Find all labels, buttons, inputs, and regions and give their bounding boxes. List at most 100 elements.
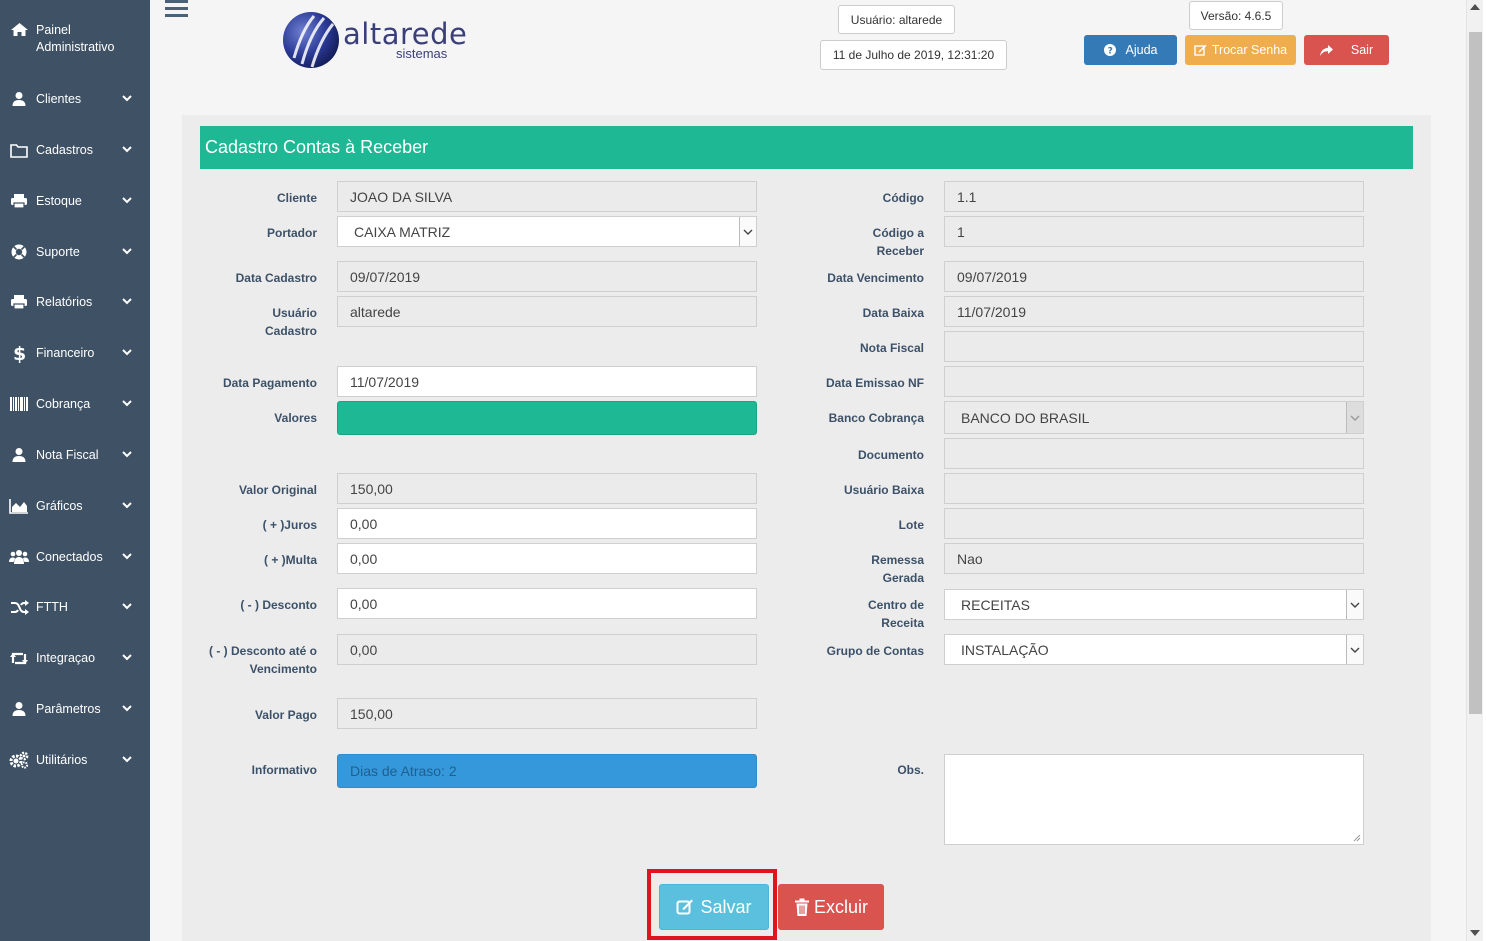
sidebar-item-cobranca[interactable]: Cobrança [0,392,150,416]
logo-mark-icon [283,12,339,68]
codigo-receber-value: 1 [957,223,965,240]
valor-pago-field[interactable]: 150,00 [337,698,757,729]
menu-toggle-icon[interactable] [165,0,188,20]
current-user-text: Usuário: altarede [850,12,943,27]
sidebar-item-clientes[interactable]: Clientes [0,87,150,111]
chevron-down-icon [122,502,132,509]
multa-value: 0,00 [350,550,378,567]
juros-value: 0,00 [350,515,378,532]
form-title: Cadastro Contas à Receber [200,126,1413,169]
scroll-up-icon[interactable] [1470,4,1480,10]
obs-textarea[interactable] [944,754,1364,845]
sidebar-header-label: Painel Administrativo [36,23,115,54]
logo: altarede sistemas [280,8,470,72]
desconto-label: ( - ) Desconto [240,598,317,612]
juros-field[interactable]: 0,00 [337,508,757,539]
nota-fiscal-field[interactable] [944,331,1364,362]
informativo-label: Informativo [251,763,317,777]
sidebar-item-integracao[interactable]: Integraçao [0,646,150,670]
scroll-down-icon[interactable] [1470,930,1480,936]
help-button[interactable]: ? Ajuda [1084,35,1177,65]
documento-field[interactable] [944,438,1364,469]
sidebar-item-cadastros[interactable]: Cadastros [0,138,150,162]
valor-pago-label: Valor Pago [254,708,317,722]
share-icon [1319,44,1333,56]
usuario-baixa-field[interactable] [944,473,1364,504]
desconto-vencimento-field[interactable]: 0,00 [337,634,757,665]
retweet-icon [9,648,29,668]
chevron-down-icon [122,400,132,407]
multa-field[interactable]: 0,00 [337,543,757,574]
data-emissao-nf-field[interactable] [944,366,1364,397]
data-vencimento-label: Data Vencimento [827,271,924,285]
user-icon [9,445,29,465]
codigo-field[interactable]: 1.1 [944,181,1364,212]
valor-original-label: Valor Original [238,483,317,497]
data-vencimento-field[interactable]: 09/07/2019 [944,261,1364,292]
help-button-label: Ajuda [1125,43,1158,57]
sidebar-item-label: Gráficos [36,499,83,513]
grupo-contas-value: INSTALAÇÃO [961,641,1049,658]
usuario-baixa-label: Usuário Baixa [843,483,924,497]
cliente-label: Cliente [276,191,317,205]
data-pagamento-field[interactable]: 11/07/2019 [337,366,757,397]
data-baixa-field[interactable]: 11/07/2019 [944,296,1364,327]
sidebar-item-nota-fiscal[interactable]: Nota Fiscal [0,443,150,467]
codigo-receber-field[interactable]: 1 [944,216,1364,247]
informativo-value: Dias de Atraso: 2 [350,763,457,779]
save-button[interactable]: Salvar [659,884,769,930]
edit-icon [1194,44,1207,56]
sidebar-item-utilitarios[interactable]: Utilitários [0,748,150,772]
chevron-down-icon [122,553,132,560]
logout-button[interactable]: Sair [1304,35,1389,65]
codigo-receber-label: Código a Receber [872,226,924,258]
informativo-field: Dias de Atraso: 2 [337,754,757,788]
usuario-cadastro-label: Usuário Cadastro [264,306,317,338]
portador-select[interactable]: CAIXA MATRIZ [337,216,757,247]
data-vencimento-value: 09/07/2019 [957,268,1028,285]
multa-label: ( + )Multa [264,553,317,567]
centro-receita-label: Centro de Receita [867,598,924,630]
trash-icon [794,898,809,916]
sidebar-item-label: Cadastros [36,143,93,157]
sidebar-item-conectados[interactable]: Conectados [0,545,150,569]
printer-icon [9,292,29,312]
desconto-field[interactable]: 0,00 [337,588,757,619]
chevron-down-icon [122,197,132,204]
cliente-field[interactable]: JOAO DA SILVA [337,181,757,212]
data-cadastro-label: Data Cadastro [235,271,317,285]
sidebar-item-graficos[interactable]: Gráficos [0,494,150,518]
sidebar-item-ftth[interactable]: FTTH [0,595,150,619]
desconto-vencimento-value: 0,00 [350,641,378,658]
change-password-label: Trocar Senha [1211,43,1288,57]
sidebar-item-relatorios[interactable]: Relatórios [0,290,150,314]
sidebar-item-label: Relatórios [36,295,93,309]
remessa-gerada-field[interactable]: Nao [944,543,1364,574]
data-pagamento-value: 11/07/2019 [350,373,420,390]
centro-receita-select[interactable]: RECEITAS [944,589,1364,620]
chevron-down-icon [122,705,132,712]
grupo-contas-select[interactable]: INSTALAÇÃO [944,634,1364,665]
vertical-scrollbar[interactable] [1466,0,1483,941]
lote-field[interactable] [944,508,1364,539]
remessa-gerada-label: Remessa Gerada [871,553,924,585]
portador-label: Portador [266,226,317,240]
valor-original-field[interactable]: 150,00 [337,473,757,504]
banco-cobranca-select[interactable]: BANCO DO BRASIL [944,401,1364,434]
sidebar-item-estoque[interactable]: Estoque [0,189,150,213]
usuario-cadastro-field[interactable]: altarede [337,296,757,327]
resize-grip-icon[interactable] [1353,834,1361,842]
sidebar-header[interactable]: Painel Administrativo [10,22,145,56]
sidebar-item-financeiro[interactable]: $ Financeiro [0,341,150,365]
form-title-text: Cadastro Contas à Receber [205,137,429,157]
chevron-down-icon [122,756,132,763]
scrollbar-thumb[interactable] [1469,32,1482,714]
delete-button[interactable]: Excluir [778,884,884,930]
chevron-down-icon [1346,590,1363,619]
centro-receita-value: RECEITAS [961,596,1030,613]
chevron-down-icon [122,146,132,153]
sidebar-item-suporte[interactable]: Suporte [0,240,150,264]
data-cadastro-field[interactable]: 09/07/2019 [337,261,757,292]
change-password-button[interactable]: Trocar Senha [1185,35,1296,65]
sidebar-item-parametros[interactable]: Parâmetros [0,697,150,721]
